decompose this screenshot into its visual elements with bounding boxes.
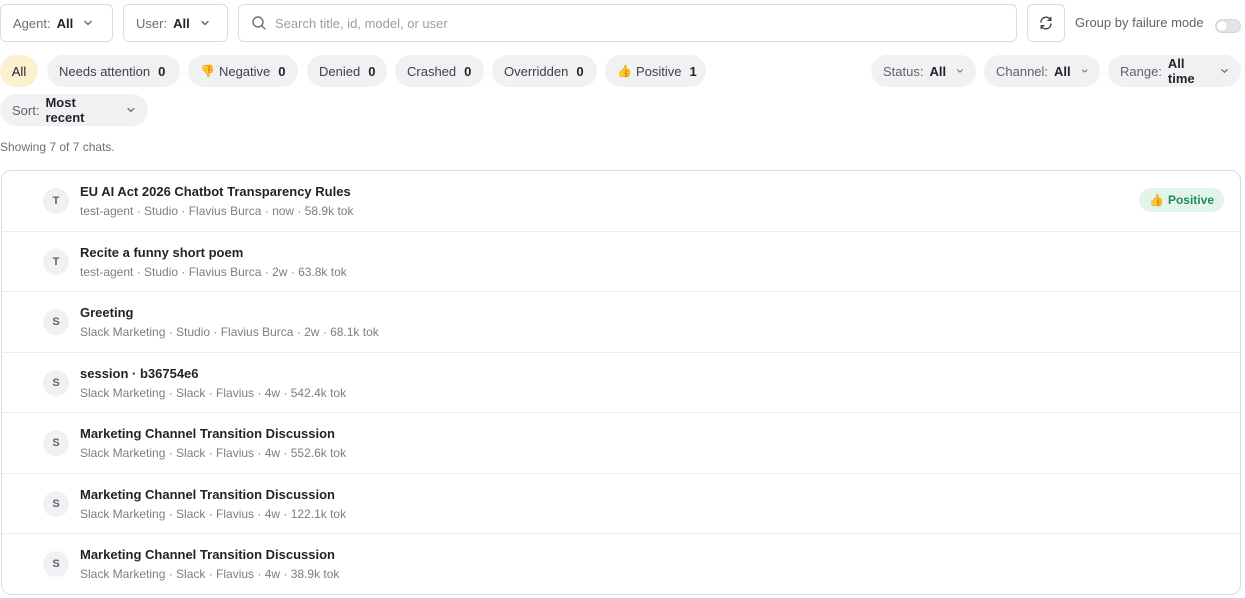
badge-label: Positive <box>1167 193 1214 207</box>
chip-count: 0 <box>278 63 286 79</box>
chip-count: 0 <box>368 63 376 79</box>
avatar: S <box>43 551 69 577</box>
avatar: S <box>43 309 69 335</box>
chevron-down-icon <box>84 20 92 26</box>
user-filter-value: All <box>173 15 190 31</box>
chip-count: 0 <box>158 63 166 79</box>
list-item[interactable]: S session · b36754e6 Slack Marketing · S… <box>2 353 1240 413</box>
chip-needs-attention[interactable]: Needs attention 0 <box>47 55 180 87</box>
chip-label: Positive <box>635 63 682 79</box>
chip-label: Crashed <box>407 63 457 79</box>
refresh-button[interactable] <box>1027 4 1065 42</box>
range-filter-value: All time <box>1167 56 1195 86</box>
user-filter-label: User: <box>136 15 168 31</box>
list-item[interactable]: T EU AI Act 2026 Chatbot Transparency Ru… <box>2 171 1240 232</box>
sort-label: Sort: <box>12 102 40 118</box>
agent-filter-label: Agent: <box>13 15 51 31</box>
chevron-down-icon <box>201 20 209 26</box>
list-item[interactable]: S Marketing Channel Transition Discussio… <box>2 474 1240 534</box>
range-filter[interactable]: Range: All time <box>1108 55 1241 87</box>
channel-filter[interactable]: Channel: All <box>984 55 1100 87</box>
chat-title: Marketing Channel Transition Discussion <box>80 486 335 502</box>
chip-count: 0 <box>576 63 584 79</box>
status-filter[interactable]: Status: All <box>871 55 976 87</box>
chat-meta: test-agent · Studio · Flavius Burca · no… <box>80 204 354 218</box>
sort-select[interactable]: Sort: Most recent <box>0 94 148 126</box>
chat-title: Greeting <box>80 305 134 320</box>
chip-overridden[interactable]: Overridden 0 <box>492 55 597 87</box>
channel-filter-label: Channel: <box>996 63 1049 79</box>
channel-filter-value: All <box>1054 63 1071 79</box>
list-item[interactable]: T Recite a funny short poem test-agent ·… <box>2 232 1240 292</box>
chat-meta: Slack Marketing · Slack · Flavius · 4w ·… <box>80 567 340 581</box>
avatar: T <box>43 188 69 214</box>
status-filter-value: All <box>929 63 947 79</box>
chip-negative[interactable]: 👎 Negative 0 <box>188 55 298 87</box>
avatar: T <box>43 248 69 275</box>
search-icon <box>252 16 266 30</box>
status-filter-label: Status: <box>883 63 924 79</box>
chip-label: All <box>11 63 27 79</box>
chevron-down-icon <box>127 107 135 113</box>
chip-denied[interactable]: Denied 0 <box>307 55 387 87</box>
chip-crashed[interactable]: Crashed 0 <box>395 55 484 87</box>
search-input[interactable] <box>275 15 975 31</box>
thumbs-up-icon: 👍 <box>617 64 632 78</box>
chat-list: T EU AI Act 2026 Chatbot Transparency Ru… <box>1 170 1241 595</box>
chip-label: Denied <box>319 63 361 79</box>
thumbs-up-icon: 👍 <box>1149 193 1164 207</box>
chat-meta: Slack Marketing · Studio · Flavius Burca… <box>80 325 379 339</box>
group-by-failure-label: Group by failure mode <box>1075 15 1204 30</box>
chevron-down-icon <box>1221 69 1228 73</box>
avatar: S <box>43 430 69 456</box>
group-by-failure-toggle[interactable] <box>1215 19 1241 33</box>
sort-value: Most recent <box>45 95 85 125</box>
user-filter-select[interactable]: User: All <box>123 4 228 42</box>
chat-meta: Slack Marketing · Slack · Flavius · 4w ·… <box>80 506 347 521</box>
chat-title: Marketing Channel Transition Discussion <box>80 547 335 562</box>
chip-label: Needs attention <box>59 63 151 79</box>
chat-title: EU AI Act 2026 Chatbot Transparency Rule… <box>80 184 351 199</box>
chip-all[interactable]: All <box>0 55 38 87</box>
agent-filter-value: All <box>56 15 74 31</box>
toolbar: Agent: All User: All Group by failure mo… <box>0 4 1245 42</box>
chat-meta: Slack Marketing · Slack · Flavius · 4w ·… <box>80 446 347 460</box>
chat-title: session · b36754e6 <box>80 365 199 381</box>
avatar: S <box>43 369 69 396</box>
status-badge: 👍 Positive <box>1139 188 1224 212</box>
chevron-down-icon <box>1081 69 1088 73</box>
chip-positive[interactable]: 👍 Positive 1 <box>605 55 706 87</box>
search-box <box>238 4 1017 42</box>
list-item[interactable]: S Marketing Channel Transition Discussio… <box>2 413 1240 474</box>
thumbs-down-icon: 👎 <box>200 64 215 78</box>
range-filter-label: Range: <box>1120 63 1162 79</box>
list-item[interactable]: S Greeting Slack Marketing · Studio · Fl… <box>2 292 1240 353</box>
refresh-icon <box>1040 16 1052 30</box>
agent-filter-select[interactable]: Agent: All <box>0 4 113 42</box>
avatar: S <box>43 490 69 517</box>
chat-title: Recite a funny short poem <box>80 244 244 260</box>
results-count: Showing 7 of 7 chats. <box>0 140 115 154</box>
chip-label: Overridden <box>504 63 569 79</box>
chip-label: Negative <box>218 63 271 79</box>
chat-meta: Slack Marketing · Slack · Flavius · 4w ·… <box>80 385 347 400</box>
chat-meta: test-agent · Studio · Flavius Burca · 2w… <box>80 264 347 279</box>
chip-count: 0 <box>464 63 472 79</box>
chip-count: 1 <box>689 63 697 79</box>
chevron-down-icon <box>957 69 963 73</box>
list-item[interactable]: S Marketing Channel Transition Discussio… <box>2 534 1240 594</box>
chat-title: Marketing Channel Transition Discussion <box>80 426 335 441</box>
